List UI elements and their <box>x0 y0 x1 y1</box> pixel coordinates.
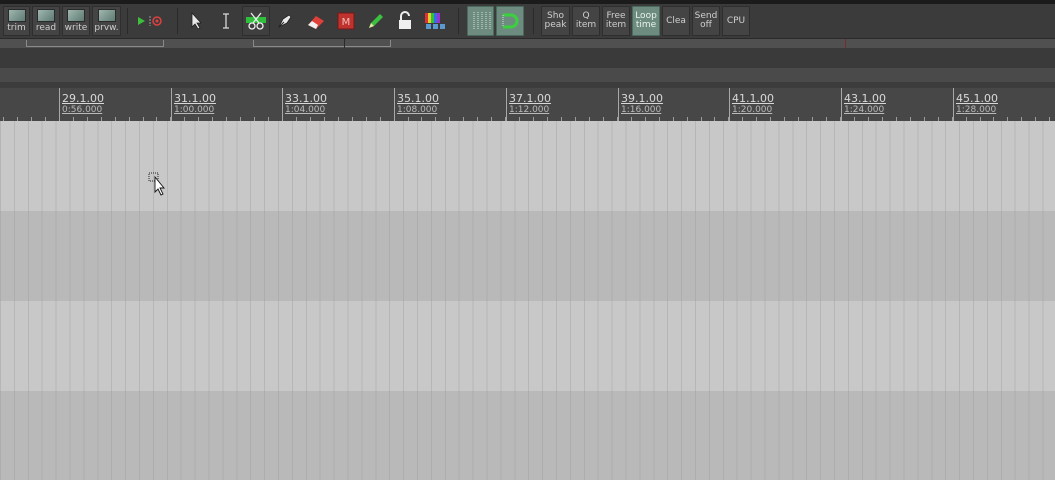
ruler-time-label: 1:20.000 <box>732 105 773 115</box>
ruler-mark: 35.1.00 1:08.000 <box>394 88 439 121</box>
separator <box>533 8 534 34</box>
envelope-icon <box>97 9 116 22</box>
ruler-time-label: 1:00.000 <box>174 105 215 115</box>
ruler-mark: 43.1.00 1:24.000 <box>841 88 886 121</box>
ruler-time-label: 1:16.000 <box>621 105 662 115</box>
svg-text:M: M <box>342 17 351 28</box>
overview-segment <box>253 40 391 47</box>
ruler-bar-label: 35.1.00 <box>397 92 439 105</box>
separator <box>458 8 459 34</box>
grid-toggle-button[interactable] <box>467 6 494 36</box>
button-line2: time <box>635 20 657 30</box>
eraser-icon <box>308 16 324 29</box>
ruler-mark: 41.1.00 1:20.000 <box>729 88 774 121</box>
ruler-time-label: 1:28.000 <box>956 105 997 115</box>
button-line2: peak <box>544 20 567 30</box>
write-label: write <box>64 23 88 33</box>
trim-envelope-button[interactable]: trim <box>3 6 30 36</box>
trim-label: trim <box>7 23 26 33</box>
overview-tick <box>344 39 345 48</box>
track-header-band <box>0 48 1055 68</box>
color-icon <box>425 13 445 29</box>
main-toolbar: trim read write prvw. M Sho peak Q item … <box>0 4 1055 39</box>
ruler-bar-label: 29.1.00 <box>62 92 104 105</box>
loop-time-button[interactable]: Loop time <box>632 6 660 36</box>
cursor-icon <box>148 172 165 196</box>
mute-tool-button[interactable]: M <box>332 6 360 36</box>
mouse-cursor <box>148 172 168 202</box>
color-button[interactable] <box>421 6 449 36</box>
split-scissors-icon <box>246 12 266 30</box>
read-label: read <box>35 23 57 33</box>
text-cursor-icon <box>223 13 229 29</box>
timeline-ruler[interactable]: 29.1.00 0:56.000 31.1.00 1:00.000 33.1.00 1:0… <box>0 88 1055 121</box>
overview-segment <box>26 40 164 47</box>
ruler-mark: 37.1.00 1:12.000 <box>506 88 551 121</box>
marker-pen-icon <box>278 14 292 28</box>
pointer-icon <box>191 12 202 30</box>
ruler-time-label: 1:12.000 <box>509 105 550 115</box>
ruler-mark: 33.1.00 1:04.000 <box>282 88 327 121</box>
show-peak-button[interactable]: Sho peak <box>541 6 570 36</box>
split-tool-button[interactable] <box>242 6 270 36</box>
button-line2: item <box>605 20 627 30</box>
snap-icon <box>502 13 519 29</box>
ruler-bar-label: 33.1.00 <box>285 92 327 105</box>
pencil-tool-button[interactable] <box>362 6 390 36</box>
read-envelope-button[interactable]: read <box>32 6 60 36</box>
track-lane[interactable] <box>0 211 1055 301</box>
preview-envelope-button[interactable]: prvw. <box>92 6 121 36</box>
separator <box>127 8 128 34</box>
track-lane[interactable] <box>0 391 1055 480</box>
ruler-bar-label: 39.1.00 <box>621 92 663 105</box>
quantize-item-button[interactable]: Q item <box>572 6 600 36</box>
region-lane[interactable] <box>0 68 1055 82</box>
button-line1: Clea <box>666 15 686 26</box>
eraser-tool-button[interactable] <box>302 6 330 36</box>
clear-button[interactable]: Clea <box>662 6 690 36</box>
envelope-icon <box>7 9 26 22</box>
ruler-mark: 31.1.00 1:00.000 <box>171 88 216 121</box>
ruler-mark: 29.1.00 0:56.000 <box>59 88 104 121</box>
ruler-mark: 45.1.00 1:28.000 <box>953 88 998 121</box>
pointer-tool-button[interactable] <box>183 6 209 36</box>
grid-icon <box>473 12 490 30</box>
ruler-bar-label: 41.1.00 <box>732 92 774 105</box>
button-line2: off <box>700 20 712 30</box>
marker-tool-button[interactable] <box>272 6 298 36</box>
ruler-mark: 39.1.00 1:16.000 <box>618 88 663 121</box>
preview-label: prvw. <box>94 23 119 33</box>
ruler-time-label: 1:24.000 <box>844 105 885 115</box>
envelope-icon <box>37 9 55 22</box>
ruler-time-label: 1:04.000 <box>285 105 326 115</box>
timeline-overview-bar[interactable] <box>0 39 1055 48</box>
button-line1: CPU <box>726 15 746 26</box>
snap-toggle-button[interactable] <box>496 6 524 36</box>
lock-icon <box>399 11 411 29</box>
ruler-bar-label: 43.1.00 <box>844 92 886 105</box>
pencil-icon <box>369 14 383 28</box>
write-envelope-button[interactable]: write <box>62 6 90 36</box>
ruler-bar-label: 31.1.00 <box>174 92 216 105</box>
track-lane[interactable] <box>0 301 1055 391</box>
ruler-bar-label: 37.1.00 <box>509 92 551 105</box>
free-item-button[interactable]: Free item <box>602 6 630 36</box>
send-off-button[interactable]: Send off <box>692 6 720 36</box>
cpu-button[interactable]: CPU <box>722 6 750 36</box>
overview-tick <box>845 39 846 48</box>
ruler-bar-label: 45.1.00 <box>956 92 998 105</box>
ruler-time-label: 0:56.000 <box>62 105 103 115</box>
play-record-button[interactable] <box>134 6 164 36</box>
play-record-icon <box>138 16 162 26</box>
ruler-time-label: 1:08.000 <box>397 105 438 115</box>
lock-button[interactable] <box>392 6 418 36</box>
separator <box>177 8 178 34</box>
envelope-icon <box>67 9 85 22</box>
mute-icon: M <box>337 12 355 30</box>
time-selection-tool-button[interactable] <box>213 6 239 36</box>
button-line2: item <box>575 20 597 30</box>
